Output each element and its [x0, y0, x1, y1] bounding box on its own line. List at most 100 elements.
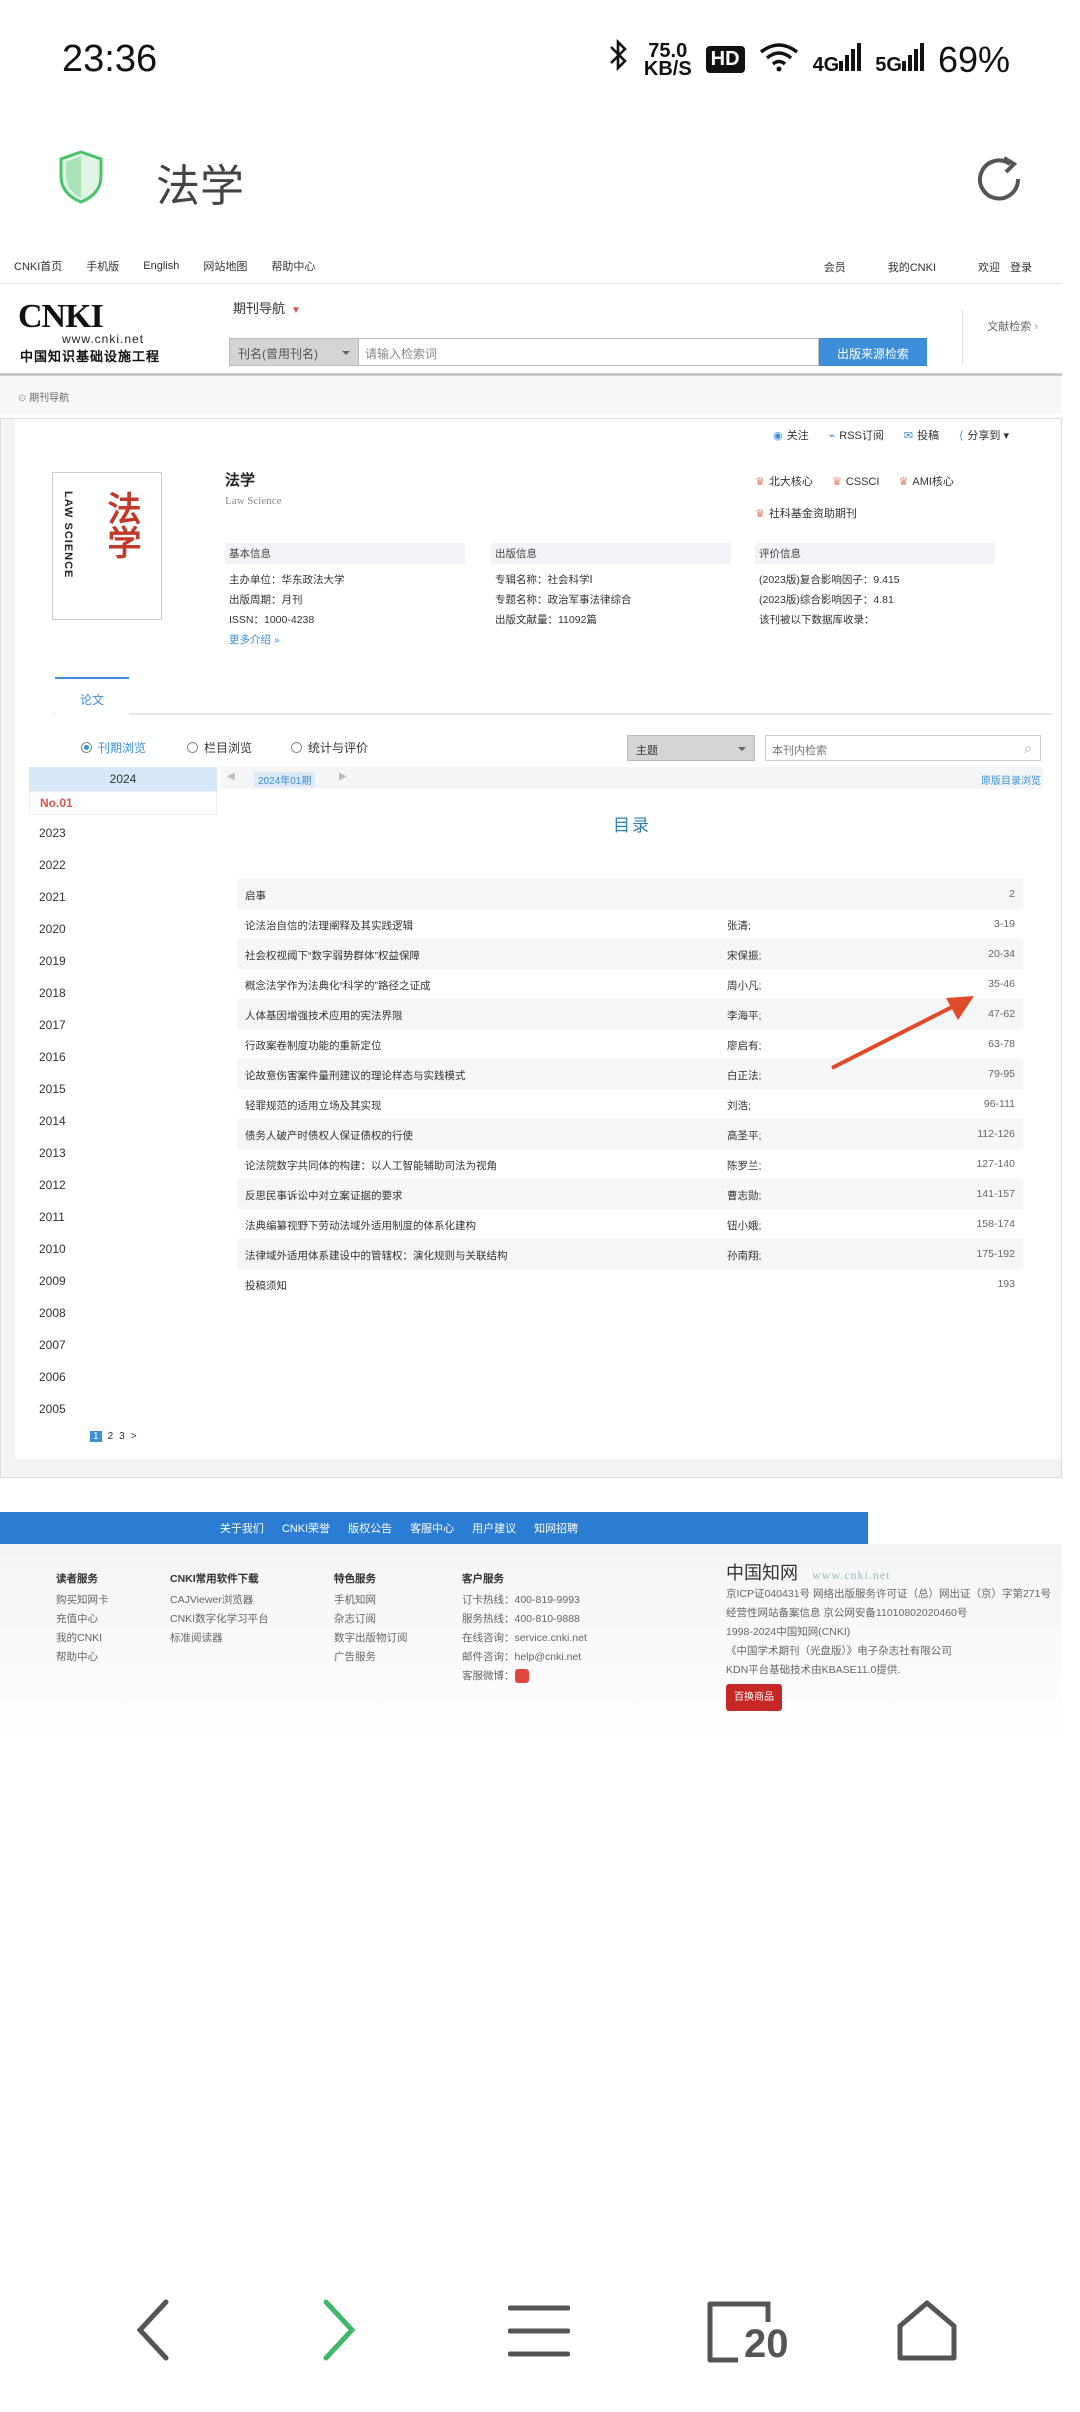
topic-select[interactable]: 主题 [627, 735, 755, 761]
reload-icon[interactable] [972, 152, 1026, 211]
footer-honor[interactable]: CNKI荣誉 [282, 1520, 330, 1536]
toc-article-title[interactable]: 启事 [245, 888, 266, 903]
toc-author[interactable]: 李海平; [727, 1008, 761, 1023]
next-issue-icon[interactable]: ▶ [339, 771, 347, 782]
tab-papers[interactable]: 论文 [55, 677, 129, 715]
shield-icon[interactable] [58, 150, 104, 209]
footer-link[interactable]: 我的CNKI [56, 1629, 109, 1648]
footer-link[interactable]: 充值中心 [56, 1610, 109, 1629]
nav-english[interactable]: English [143, 260, 179, 272]
nav-mobile[interactable]: 手机版 [86, 258, 119, 274]
nav-my-cnki[interactable]: 我的CNKI [888, 259, 936, 275]
toc-article-title[interactable]: 人体基因增强技术应用的宪法界限 [245, 1008, 403, 1023]
year-item[interactable]: 2017 [29, 1007, 217, 1039]
toc-author[interactable]: 高圣平; [727, 1128, 761, 1143]
toc-author[interactable]: 张清; [727, 918, 751, 933]
toc-article-title[interactable]: 概念法学作为法典化“科学的”路径之证成 [245, 978, 431, 993]
footer-link[interactable]: CNKI数字化学习平台 [170, 1610, 269, 1629]
year-item[interactable]: 2009 [29, 1263, 217, 1295]
toc-author[interactable]: 宋保振; [727, 948, 761, 963]
page-2[interactable]: 2 [108, 1431, 114, 1442]
footer-link[interactable]: 数字出版物订阅 [334, 1629, 408, 1648]
cnki-logo[interactable]: CNKI www.cnki.net 中国知识基础设施工程 [18, 298, 188, 364]
toc-author[interactable]: 曹志勋; [727, 1188, 761, 1203]
year-item[interactable]: 2008 [29, 1295, 217, 1327]
toc-author[interactable]: 廖启有; [727, 1038, 761, 1053]
year-item[interactable]: 2006 [29, 1359, 217, 1391]
footer-copyright[interactable]: 版权公告 [348, 1520, 392, 1536]
page-next[interactable]: > [131, 1431, 137, 1442]
journal-nav-dropdown[interactable]: 期刊导航 ▼ [233, 298, 301, 317]
year-item[interactable]: 2014 [29, 1103, 217, 1135]
year-item[interactable]: 2022 [29, 847, 217, 879]
footer-email[interactable]: 邮件咨询：help@cnki.net [462, 1648, 587, 1667]
toc-article-title[interactable]: 论法治自信的法理阐释及其实践逻辑 [245, 918, 413, 933]
search-input[interactable]: 请输入检索词 [359, 338, 819, 366]
footer-link[interactable]: 手机知网 [334, 1591, 408, 1610]
page-3[interactable]: 3 [119, 1431, 125, 1442]
year-item[interactable]: 2021 [29, 879, 217, 911]
toc-article-title[interactable]: 法典编纂视野下劳动法域外适用制度的体系化建构 [245, 1218, 476, 1233]
footer-link[interactable]: CAJViewer浏览器 [170, 1591, 269, 1610]
toc-author[interactable]: 钮小娥; [727, 1218, 761, 1233]
year-item[interactable]: 2011 [29, 1199, 217, 1231]
menu-icon[interactable] [507, 2304, 571, 2363]
radio-by-column[interactable]: 栏目浏览 [187, 739, 252, 756]
share-link[interactable]: ⟨ 分享到 ▾ [959, 427, 1009, 443]
toc-article-title[interactable]: 轻罪规范的适用立场及其实现 [245, 1098, 382, 1113]
footer-about[interactable]: 关于我们 [220, 1520, 264, 1536]
page-1[interactable]: 1 [90, 1431, 102, 1442]
nav-cnki-home[interactable]: CNKI首页 [14, 258, 62, 274]
year-item[interactable]: 2020 [29, 911, 217, 943]
toc-article-title[interactable]: 论法院数字共同体的构建：以人工智能辅助司法为视角 [245, 1158, 497, 1173]
toc-author[interactable]: 刘浩; [727, 1098, 751, 1113]
home-icon[interactable] [894, 2298, 960, 2369]
search-icon[interactable]: ⌕ [1024, 740, 1032, 757]
tabs-icon[interactable]: 20 [706, 2300, 790, 2369]
current-year[interactable]: 2024 [29, 767, 217, 791]
footer-link[interactable]: 广告服务 [334, 1648, 408, 1667]
nav-member[interactable]: 会员 [824, 259, 846, 275]
year-item[interactable]: 2013 [29, 1135, 217, 1167]
year-item[interactable]: 2018 [29, 975, 217, 1007]
radio-stats[interactable]: 统计与评价 [291, 739, 368, 756]
nav-help[interactable]: 帮助中心 [271, 258, 315, 274]
toc-article-title[interactable]: 法律域外适用体系建设中的管辖权：演化规则与关联结构 [245, 1248, 508, 1263]
toc-article-title[interactable]: 论故意伤害案件量刑建议的理论样态与实践模式 [245, 1068, 466, 1083]
breadcrumb-label[interactable]: 期刊导航 [29, 393, 69, 404]
back-icon[interactable] [134, 2298, 174, 2367]
original-toc-link[interactable]: 原版目录浏览 [981, 772, 1041, 787]
toc-article-title[interactable]: 反思民事诉讼中对立案证据的要求 [245, 1188, 403, 1203]
follow-link[interactable]: ◉ 关注 [773, 427, 809, 443]
footer-link[interactable]: 标准阅读器 [170, 1629, 269, 1648]
forward-icon[interactable] [318, 2298, 358, 2367]
year-item[interactable]: 2005 [29, 1391, 217, 1423]
literature-search-link[interactable]: 文献检索 › [962, 310, 1048, 364]
toc-article-title[interactable]: 投稿须知 [245, 1278, 287, 1293]
submit-link[interactable]: ✉ 投稿 [904, 427, 939, 443]
year-item[interactable]: 2016 [29, 1039, 217, 1071]
toc-article-title[interactable]: 债务人破产时债权人保证债权的行使 [245, 1128, 413, 1143]
toc-article-title[interactable]: 社会权视阈下“数字弱势群体”权益保障 [245, 948, 420, 963]
nav-sitemap[interactable]: 网站地图 [203, 258, 247, 274]
toc-author[interactable]: 白正法; [727, 1068, 761, 1083]
year-item[interactable]: 2010 [29, 1231, 217, 1263]
footer-jobs[interactable]: 知网招聘 [534, 1520, 578, 1536]
in-journal-search-input[interactable]: 本刊内检索 ⌕ [765, 735, 1041, 761]
year-item[interactable]: 2015 [29, 1071, 217, 1103]
more-intro-link[interactable]: 更多介绍 » [225, 630, 465, 650]
toc-article-title[interactable]: 行政案卷制度功能的重新定位 [245, 1038, 382, 1053]
year-item[interactable]: 2007 [29, 1327, 217, 1359]
search-field-select[interactable]: 刊名(曾用刊名) [229, 338, 359, 366]
search-button[interactable]: 出版来源检索 [819, 338, 927, 366]
footer-online[interactable]: 在线咨询：service.cnki.net [462, 1629, 587, 1648]
year-item[interactable]: 2019 [29, 943, 217, 975]
journal-cover[interactable]: LAW SCIENCE 法学 [52, 472, 162, 620]
year-item[interactable]: 2012 [29, 1167, 217, 1199]
toc-author[interactable]: 孙南翔; [727, 1248, 761, 1263]
footer-feedback[interactable]: 用户建议 [472, 1520, 516, 1536]
toc-author[interactable]: 周小凡; [727, 978, 761, 993]
radio-by-issue[interactable]: 刊期浏览 [81, 739, 146, 756]
toc-author[interactable]: 陈罗兰; [727, 1158, 761, 1173]
footer-link[interactable]: 购买知网卡 [56, 1591, 109, 1610]
